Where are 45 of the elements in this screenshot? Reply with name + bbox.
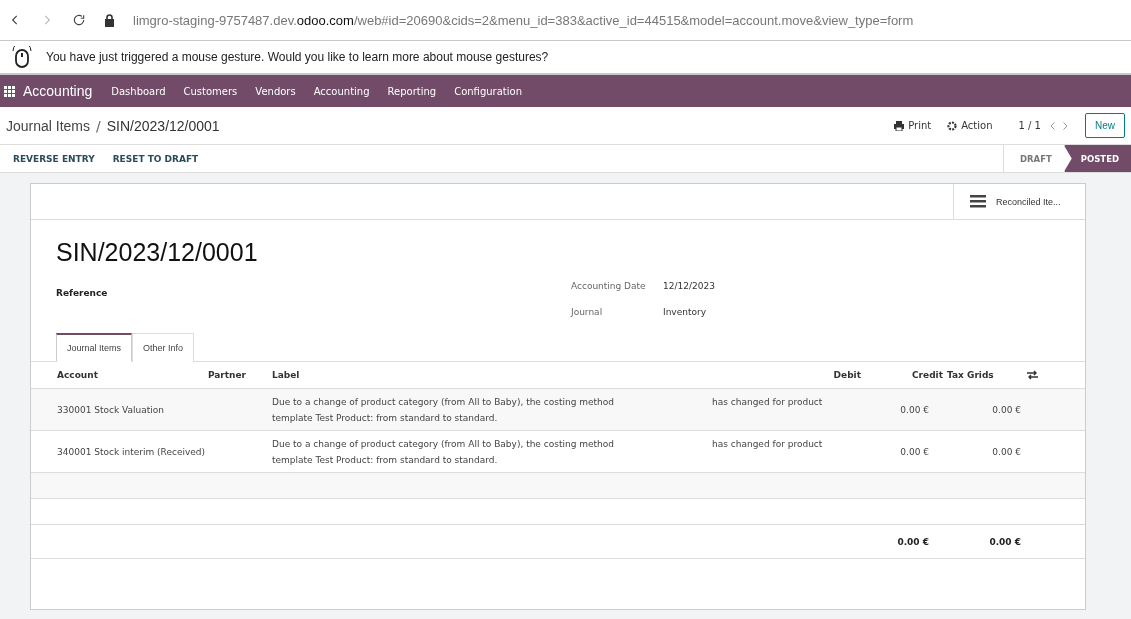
field-value: Inventory xyxy=(663,307,707,317)
nav-menu-item[interactable]: Customers xyxy=(174,85,247,97)
new-button[interactable]: New xyxy=(1085,113,1125,138)
field-label: Journal xyxy=(571,307,604,317)
notification-text: You have just triggered a mouse gesture. Would you like to learn more about mouse gestures? xyxy=(46,50,549,64)
pager-text: 1 / 1 xyxy=(1018,120,1041,131)
table-cell-text: Due to a change of product category (from All to Baby), the costing method xyxy=(272,437,615,451)
print-button[interactable]: Print xyxy=(886,120,940,131)
apps-grid-icon[interactable] xyxy=(4,85,15,97)
record-title: SIN/2023/12/0001 xyxy=(56,238,259,267)
status-stage[interactable]: POSTED xyxy=(1063,145,1131,172)
reload-icon[interactable] xyxy=(72,13,86,27)
breadcrumb-separator: / xyxy=(96,117,101,134)
app-name[interactable]: Accounting xyxy=(23,83,93,99)
field-label: Accounting Date xyxy=(571,281,647,291)
notebook-tab[interactable]: Other Info xyxy=(132,333,195,362)
table-cell-text: has changed for product xyxy=(712,395,824,409)
nav-menu-item[interactable]: Accounting xyxy=(304,85,379,97)
table-cell-text: has changed for product xyxy=(712,437,824,451)
breadcrumb-link[interactable]: Journal Items xyxy=(6,117,91,134)
gear-icon xyxy=(947,120,958,131)
nav-menu-item[interactable]: Vendors xyxy=(246,85,305,97)
nav-menu-item[interactable]: Configuration xyxy=(445,85,531,97)
header-button[interactable]: RESET TO DRAFT xyxy=(103,145,208,172)
field-label: Reference xyxy=(56,288,108,298)
mouse-icon xyxy=(12,46,32,68)
total-debit: 0.00 € xyxy=(861,525,943,559)
lock-icon xyxy=(104,13,115,27)
nav-menu-item[interactable]: Dashboard xyxy=(102,85,175,97)
action-button[interactable]: Action xyxy=(939,120,1001,131)
list-icon xyxy=(970,195,986,208)
total-credit: 0.00 € xyxy=(943,525,1023,559)
table-cell-text: template Test Product: from standard to standard. xyxy=(272,411,499,425)
table-cell: 0.00 € xyxy=(943,389,1023,431)
table-cell: 330001 Stock Valuation xyxy=(31,389,246,431)
nav-menu-item[interactable]: Reporting xyxy=(378,85,446,97)
breadcrumb-current: SIN/2023/12/0001 xyxy=(106,117,220,134)
field-value: 12/12/2023 xyxy=(663,281,716,291)
column-settings-icon[interactable] xyxy=(1027,370,1038,380)
header-button[interactable]: REVERSE ENTRY xyxy=(4,145,104,172)
printer-icon xyxy=(894,120,905,131)
table-cell-text: template Test Product: from standard to standard. xyxy=(272,453,499,467)
table-cell-text: Due to a change of product category (from All to Baby), the costing method xyxy=(272,395,615,409)
table-cell: 0.00 € xyxy=(861,389,943,431)
notebook-tab[interactable]: Journal Items xyxy=(56,333,133,362)
